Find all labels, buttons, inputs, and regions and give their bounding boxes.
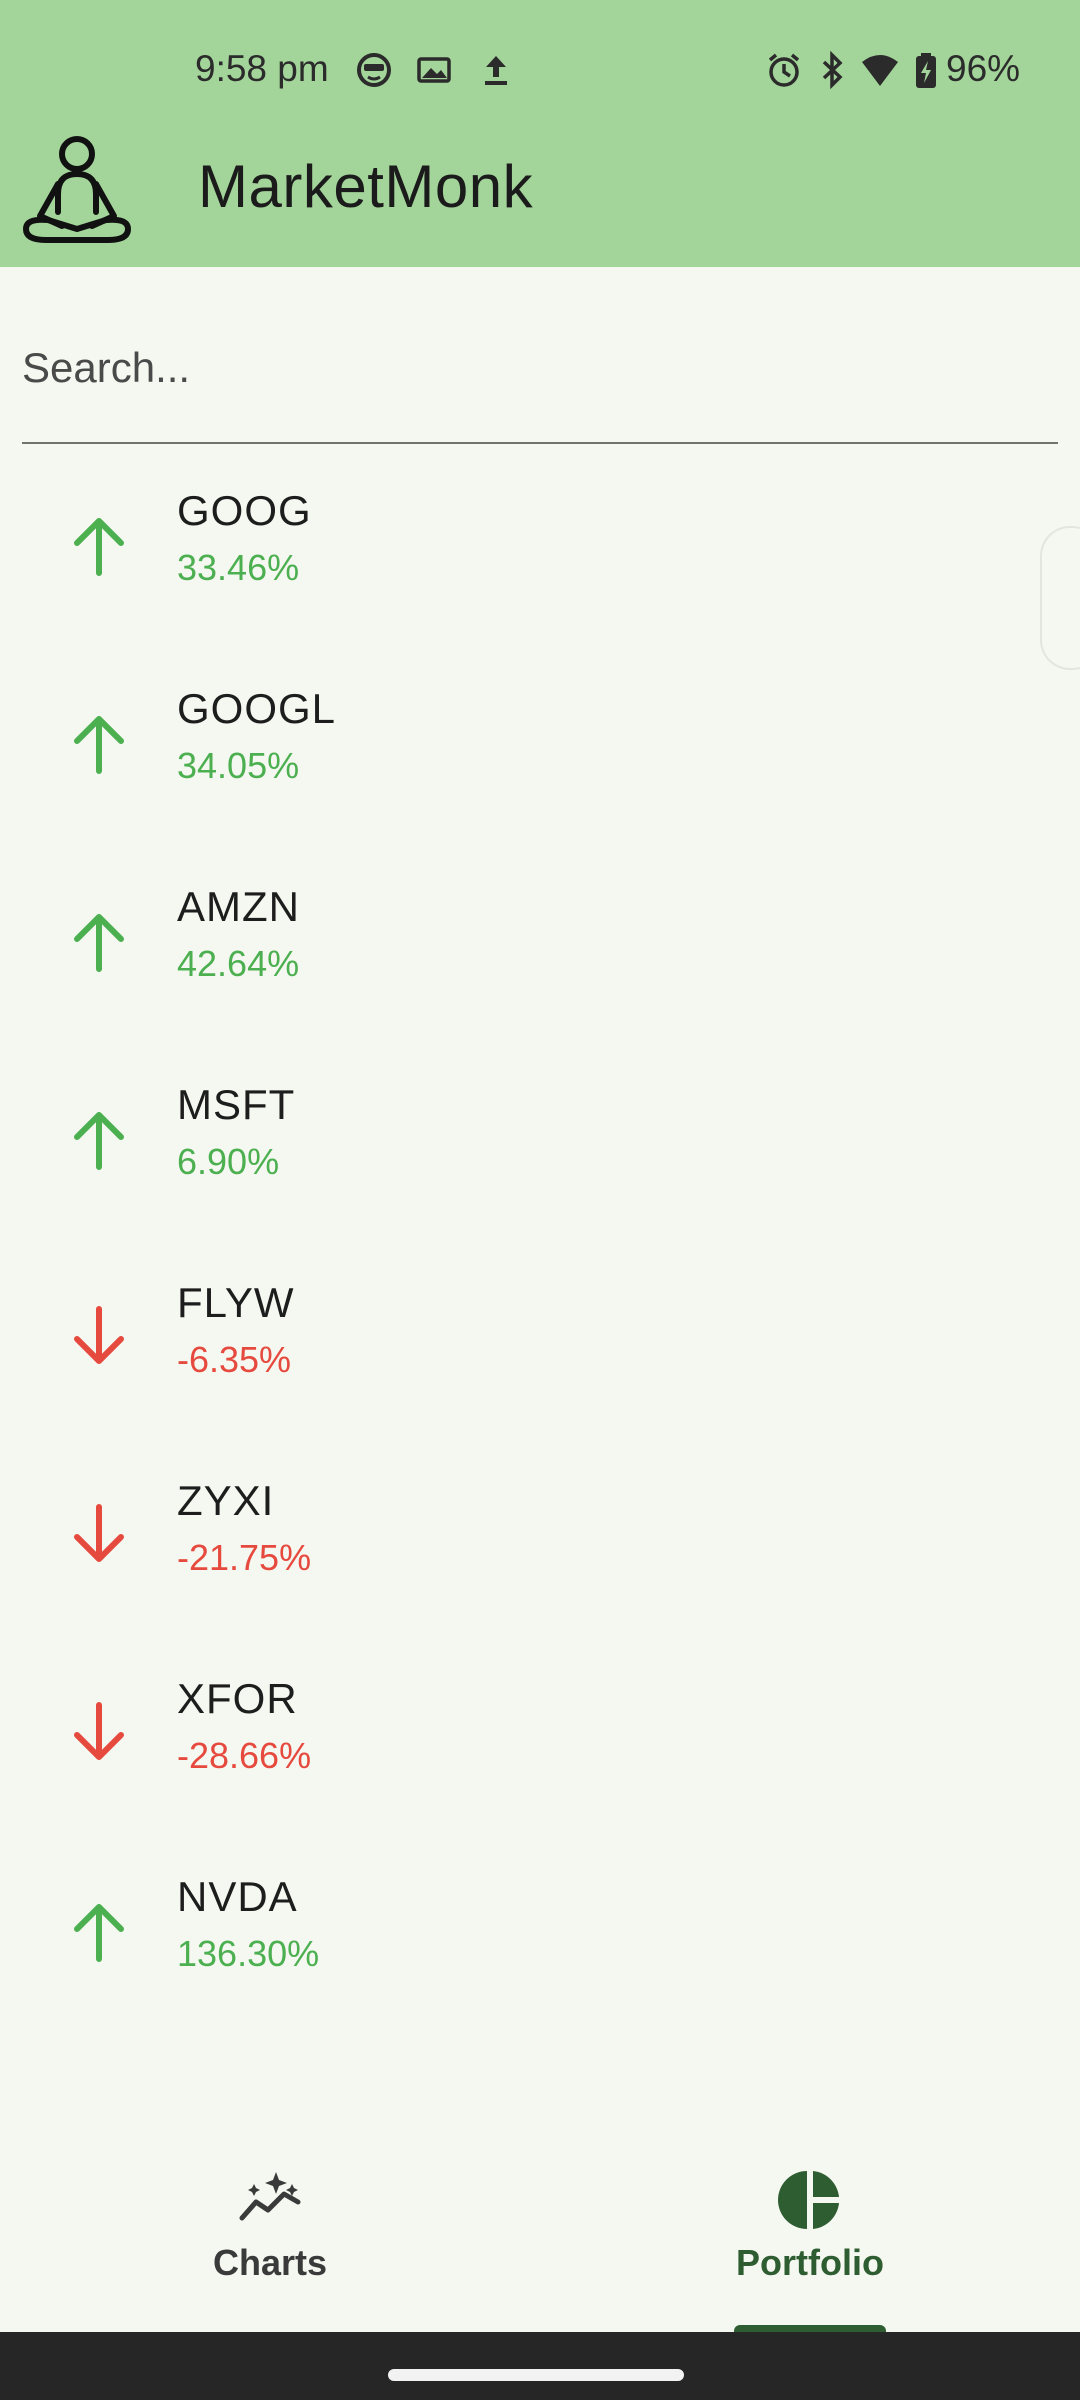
stock-ticker: FLYW bbox=[177, 1279, 295, 1326]
stock-change: 136.30% bbox=[177, 1933, 320, 1974]
stock-change: -28.66% bbox=[177, 1735, 312, 1776]
stock-row[interactable]: NVDA 136.30% bbox=[0, 1831, 1080, 2029]
arrow-down-icon bbox=[74, 1504, 124, 1562]
status-time: 9:58 pm bbox=[195, 48, 329, 89]
stock-ticker: AMZN bbox=[177, 883, 300, 930]
search-input[interactable] bbox=[22, 328, 1022, 408]
bluetooth-icon bbox=[822, 50, 843, 90]
chart-sparkle-icon bbox=[239, 2172, 301, 2221]
wifi-icon bbox=[862, 55, 898, 86]
bottom-navigation: Charts Portfolio bbox=[0, 2120, 1080, 2335]
stock-ticker: ZYXI bbox=[177, 1477, 275, 1524]
arrow-up-icon bbox=[74, 518, 124, 576]
stock-change: 42.64% bbox=[177, 943, 300, 984]
battery-percentage: 96% bbox=[946, 48, 1021, 89]
alarm-icon bbox=[768, 53, 800, 87]
stock-change: 33.46% bbox=[177, 547, 300, 588]
upload-icon bbox=[485, 56, 507, 85]
top-app-bar: 9:58 pm 96% MarketMonk bbox=[0, 0, 1080, 267]
stock-ticker: GOOG bbox=[177, 487, 312, 534]
stock-ticker: GOOGL bbox=[177, 685, 337, 732]
system-navigation-bar bbox=[0, 2332, 1080, 2400]
battery-charging-icon bbox=[916, 53, 936, 88]
image-notification-icon bbox=[417, 57, 451, 83]
meditating-person-icon bbox=[23, 136, 131, 243]
home-gesture-handle[interactable] bbox=[388, 2369, 684, 2381]
stock-row[interactable]: ZYXI -21.75% bbox=[0, 1435, 1080, 1633]
app-title: MarketMonk bbox=[198, 153, 534, 220]
stock-ticker: NVDA bbox=[177, 1873, 298, 1920]
arrow-up-icon bbox=[74, 1112, 124, 1170]
nav-portfolio-label: Portfolio bbox=[736, 2242, 884, 2283]
stock-row[interactable]: GOOGL 34.05% bbox=[0, 643, 1080, 841]
stock-row[interactable]: AMZN 42.64% bbox=[0, 841, 1080, 1039]
nav-charts[interactable]: Charts bbox=[0, 2120, 540, 2332]
stock-row[interactable]: FLYW -6.35% bbox=[0, 1237, 1080, 1435]
stock-ticker: XFOR bbox=[177, 1675, 298, 1722]
arrow-down-icon bbox=[74, 1702, 124, 1760]
stock-change: -21.75% bbox=[177, 1537, 312, 1578]
arrow-up-icon bbox=[74, 716, 124, 774]
face-notification-icon bbox=[357, 53, 391, 87]
stock-change: 34.05% bbox=[177, 745, 300, 786]
stock-ticker: MSFT bbox=[177, 1081, 296, 1128]
arrow-up-icon bbox=[74, 914, 124, 972]
pie-chart-icon bbox=[778, 2171, 839, 2229]
arrow-down-icon bbox=[74, 1306, 124, 1364]
stock-change: 6.90% bbox=[177, 1141, 280, 1182]
stock-change: -6.35% bbox=[177, 1339, 292, 1380]
stock-row[interactable]: XFOR -28.66% bbox=[0, 1633, 1080, 1831]
search-field[interactable] bbox=[22, 300, 1058, 444]
status-bar: 9:58 pm 96% bbox=[0, 0, 1080, 140]
arrow-up-icon bbox=[74, 1904, 124, 1962]
stock-row[interactable]: MSFT 6.90% bbox=[0, 1039, 1080, 1237]
stock-row[interactable]: GOOG 33.46% bbox=[0, 445, 1080, 643]
nav-charts-label: Charts bbox=[212, 2242, 328, 2283]
nav-portfolio[interactable]: Portfolio bbox=[540, 2120, 1080, 2332]
